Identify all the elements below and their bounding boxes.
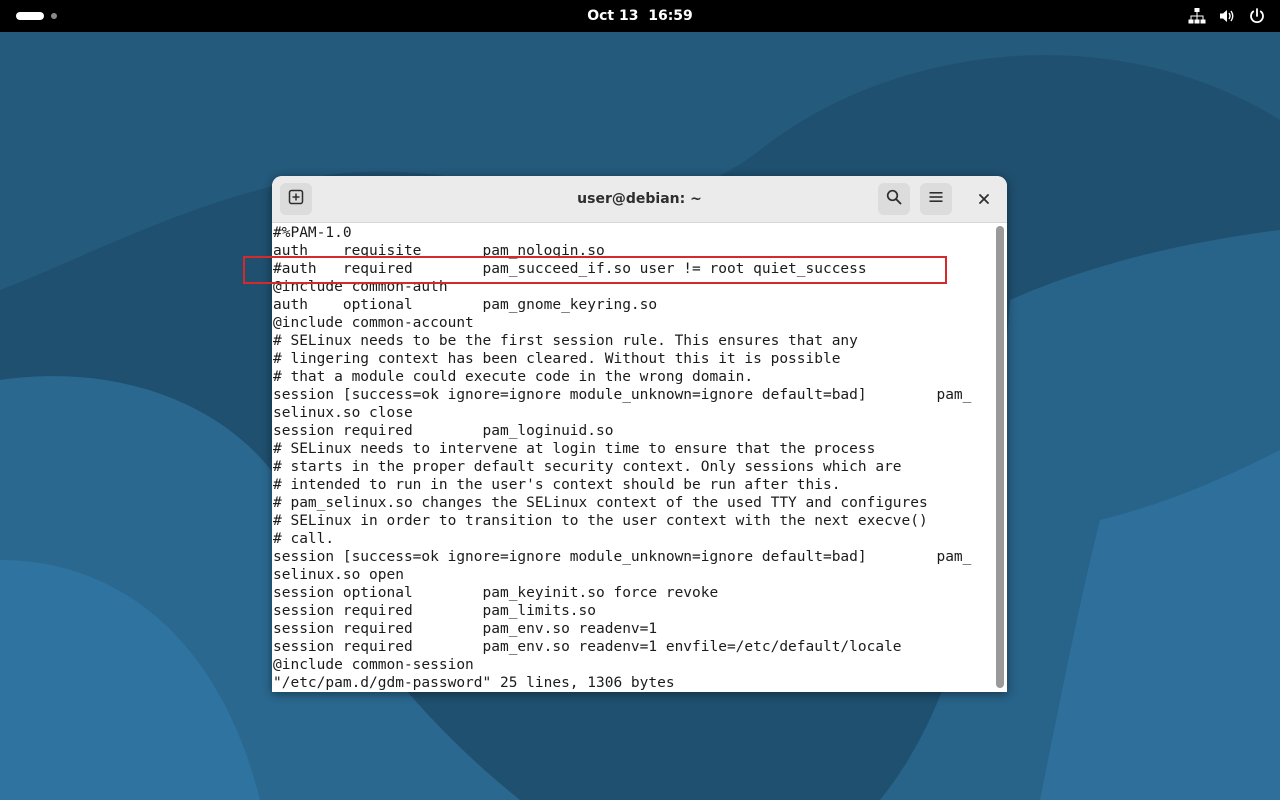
terminal-line: @include common-account: [273, 315, 474, 331]
terminal-scrollbar[interactable]: [996, 226, 1004, 688]
terminal-line: # call.: [273, 531, 335, 547]
new-tab-button[interactable]: [280, 183, 312, 215]
terminal-window: user@debian: ~ #%PAM-1.0 auth requisite …: [272, 176, 1007, 692]
terminal-line: session optional pam_keyinit.so force re…: [273, 585, 719, 601]
terminal-line: # starts in the proper default security …: [273, 459, 902, 475]
terminal-content[interactable]: #%PAM-1.0 auth requisite pam_nologin.so …: [272, 223, 1007, 692]
main-menu-button[interactable]: [920, 183, 952, 215]
terminal-line: session required pam_loginuid.so: [273, 423, 614, 439]
menu-icon: [928, 189, 944, 209]
search-button[interactable]: [878, 183, 910, 215]
terminal-line: session required pam_env.so readenv=1 en…: [273, 639, 902, 655]
terminal-line: # SELinux in order to transition to the …: [273, 513, 928, 529]
terminal-line: # intended to run in the user's context …: [273, 477, 841, 493]
close-button[interactable]: [970, 185, 998, 213]
terminal-line: session required pam_env.so readenv=1: [273, 621, 658, 637]
workspace-indicator-active: [16, 12, 44, 20]
terminal-text: #%PAM-1.0 auth requisite pam_nologin.so …: [273, 224, 993, 692]
terminal-line: session [success=ok ignore=ignore module…: [273, 549, 972, 565]
window-title: user@debian: ~: [577, 191, 702, 207]
terminal-line: selinux.so open: [273, 567, 404, 583]
terminal-line: session required pam_limits.so: [273, 603, 597, 619]
terminal-line: # SELinux needs to intervene at login ti…: [273, 441, 876, 457]
new-tab-icon: [288, 189, 304, 209]
power-icon: [1248, 7, 1266, 25]
terminal-line: # that a module could execute code in th…: [273, 369, 754, 385]
terminal-line: auth optional pam_gnome_keyring.so: [273, 297, 658, 313]
network-icon: [1188, 7, 1206, 25]
terminal-status-line: "/etc/pam.d/gdm-password" 25 lines, 1306…: [273, 675, 675, 691]
terminal-line: # pam_selinux.so changes the SELinux con…: [273, 495, 928, 511]
workspace-indicator: [51, 13, 57, 19]
terminal-line: session [success=ok ignore=ignore module…: [273, 387, 972, 403]
highlight-box: [243, 256, 947, 284]
terminal-line: @include common-session: [273, 657, 474, 673]
clock[interactable]: Oct 13 16:59: [540, 0, 740, 32]
scrollbar-thumb[interactable]: [996, 226, 1004, 688]
activities-button[interactable]: [16, 11, 57, 21]
window-headerbar[interactable]: user@debian: ~: [272, 176, 1007, 223]
system-tray[interactable]: [1188, 0, 1266, 32]
terminal-line: #%PAM-1.0: [273, 225, 352, 241]
top-bar: Oct 13 16:59: [0, 0, 1280, 32]
volume-icon: [1218, 7, 1236, 25]
terminal-line: # lingering context has been cleared. Wi…: [273, 351, 841, 367]
search-icon: [886, 189, 902, 209]
terminal-line: # SELinux needs to be the first session …: [273, 333, 858, 349]
close-icon: [978, 190, 990, 209]
terminal-line: selinux.so close: [273, 405, 413, 421]
